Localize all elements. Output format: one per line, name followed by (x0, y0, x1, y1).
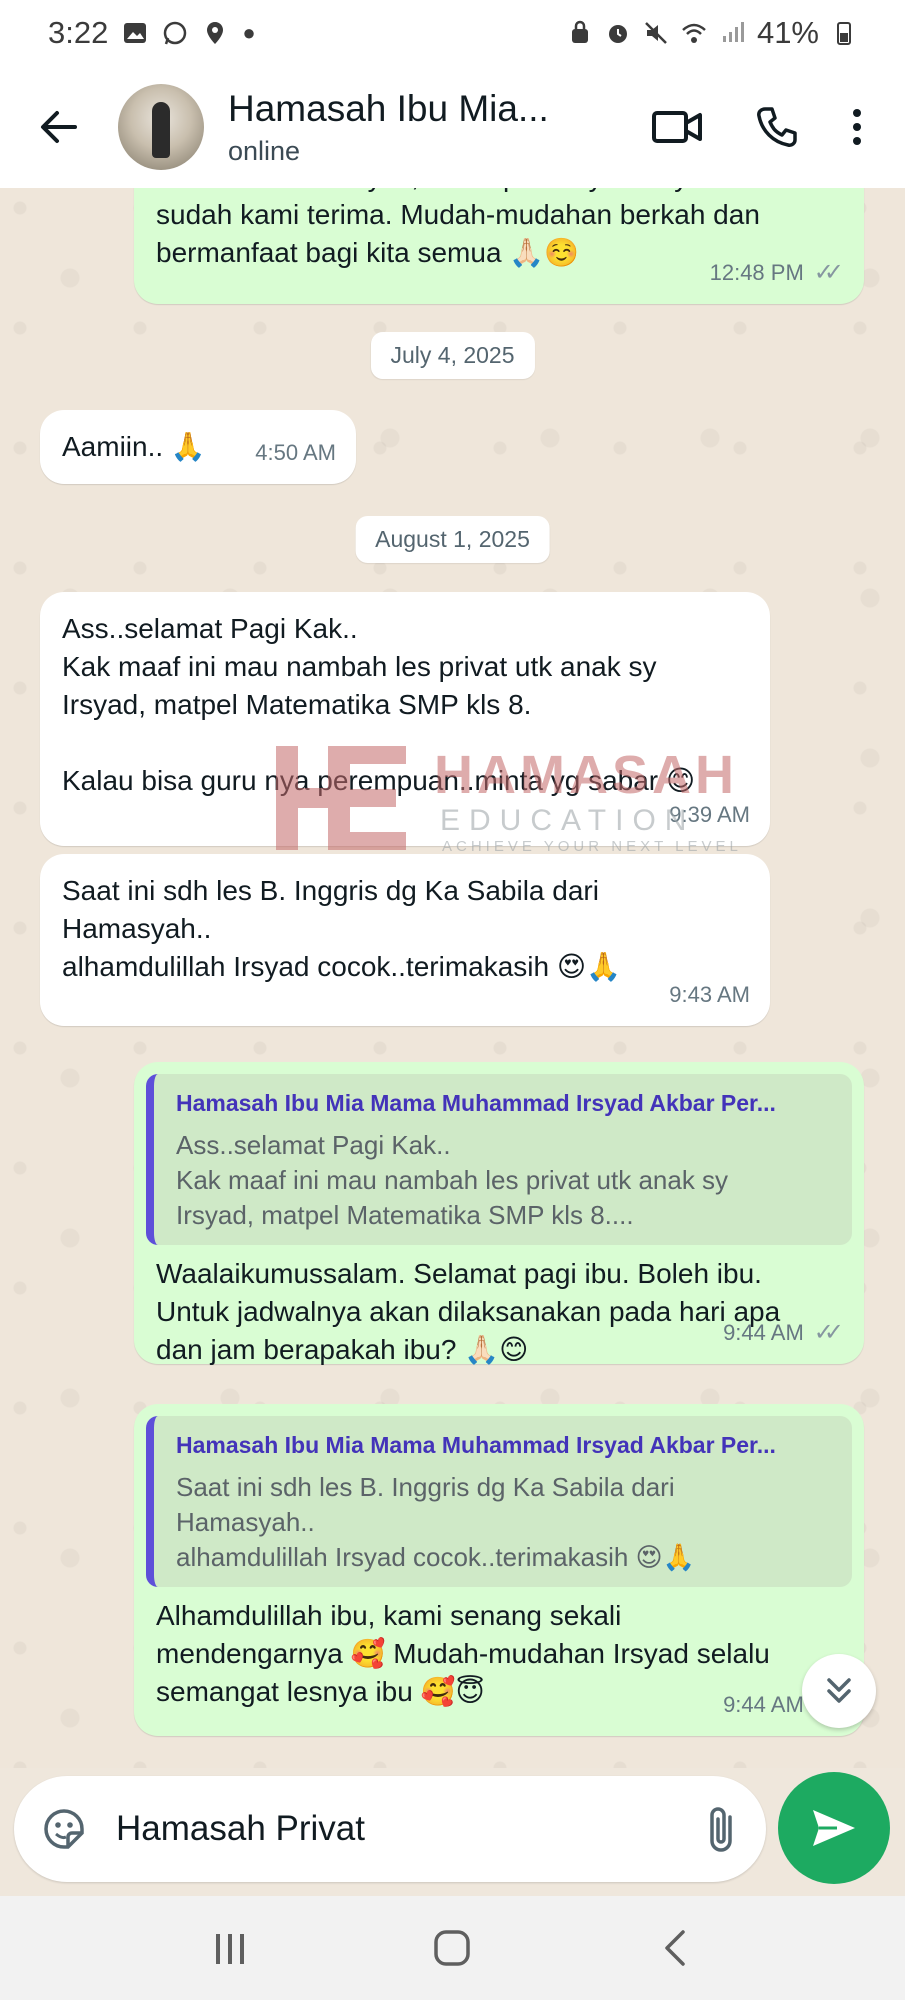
recent-apps-icon[interactable] (210, 1928, 250, 1968)
conversation[interactable]: Terima kasih banyak, untuk pembayarannya… (0, 188, 905, 1768)
quoted-message[interactable]: Hamasah Ibu Mia Mama Muhammad Irsyad Akb… (146, 1416, 852, 1587)
gallery-notification-icon (124, 23, 147, 43)
message-bubble-outgoing[interactable]: Terima kasih banyak, untuk pembayarannya… (134, 188, 864, 304)
mute-icon (645, 22, 667, 44)
video-call-icon[interactable] (651, 107, 703, 147)
signal-icon (722, 22, 744, 42)
contact-status: online (228, 135, 301, 166)
read-ticks-icon: ✓✓ (813, 1319, 844, 1346)
message-text: Saat ini sdh les B. Inggris dg Ka Sabila… (62, 875, 621, 982)
send-icon (813, 1810, 855, 1846)
quoted-author: Hamasah Ibu Mia Mama Muhammad Irsyad Akb… (176, 1090, 776, 1116)
status-time: 3:22 (48, 15, 109, 50)
message-time: 9:44 AM (723, 1692, 804, 1717)
alarm-icon (608, 25, 627, 43)
message-input[interactable] (116, 1809, 702, 1849)
contact-name: Hamasah Ibu Mia... (228, 87, 549, 129)
message-bubble-incoming[interactable]: Ass..selamat Pagi Kak.. Kak maaf ini mau… (40, 592, 770, 846)
system-navigation-bar (0, 1896, 905, 2000)
whatsapp-notification-icon (164, 21, 187, 45)
home-icon[interactable] (430, 1926, 474, 1970)
message-composer (14, 1776, 766, 1882)
back-arrow-icon (41, 111, 77, 143)
wifi-icon (682, 23, 706, 43)
quoted-text: Ass..selamat Pagi Kak.. Kak maaf ini mau… (176, 1130, 729, 1230)
attach-icon[interactable] (702, 1803, 742, 1855)
send-button[interactable] (778, 1772, 890, 1884)
date-separator: August 1, 2025 (355, 516, 550, 563)
scroll-to-bottom-button[interactable] (802, 1654, 876, 1728)
message-bubble-outgoing[interactable]: Hamasah Ibu Mia Mama Muhammad Irsyad Akb… (134, 1062, 864, 1365)
contact-info[interactable]: Hamasah Ibu Mia... online (228, 88, 651, 167)
quoted-message[interactable]: Hamasah Ibu Mia Mama Muhammad Irsyad Akb… (146, 1074, 852, 1245)
chat-header: Hamasah Ibu Mia... online (0, 66, 905, 188)
message-text: Ass..selamat Pagi Kak.. Kak maaf ini mau… (62, 613, 696, 796)
more-notifications-dot-icon: ● (242, 20, 256, 45)
message-time: 9:44 AM (723, 1320, 804, 1345)
message-time: 4:50 AM (255, 440, 336, 465)
message-bubble-outgoing[interactable]: Hamasah Ibu Mia Mama Muhammad Irsyad Akb… (134, 1404, 864, 1736)
message-bubble-incoming[interactable]: Saat ini sdh les B. Inggris dg Ka Sabila… (40, 854, 770, 1026)
nav-back-icon[interactable] (655, 1926, 695, 1970)
scroll-down-icon (827, 1678, 851, 1703)
message-time: 9:39 AM (669, 802, 750, 827)
battery-percent: 41% (756, 15, 819, 50)
message-time: 12:48 PM (709, 260, 804, 285)
more-vert-icon[interactable] (851, 105, 863, 149)
read-ticks-icon: ✓✓ (813, 259, 844, 286)
status-bar: 3:22 ● 41% (0, 0, 905, 66)
quoted-author: Hamasah Ibu Mia Mama Muhammad Irsyad Akb… (176, 1432, 776, 1458)
message-bubble-incoming[interactable]: Aamiin.. 🙏 4:50 AM (40, 410, 356, 484)
quoted-text: Saat ini sdh les B. Inggris dg Ka Sabila… (176, 1472, 696, 1572)
lock-battery-icon (571, 20, 588, 43)
sticker-icon[interactable] (38, 1803, 90, 1855)
message-time: 9:43 AM (669, 982, 750, 1007)
date-separator: July 4, 2025 (370, 332, 535, 379)
battery-icon (837, 22, 851, 45)
contact-avatar[interactable] (118, 84, 204, 170)
back-button[interactable] (0, 66, 118, 188)
voice-call-icon[interactable] (755, 105, 799, 149)
location-notification-icon (207, 22, 224, 44)
